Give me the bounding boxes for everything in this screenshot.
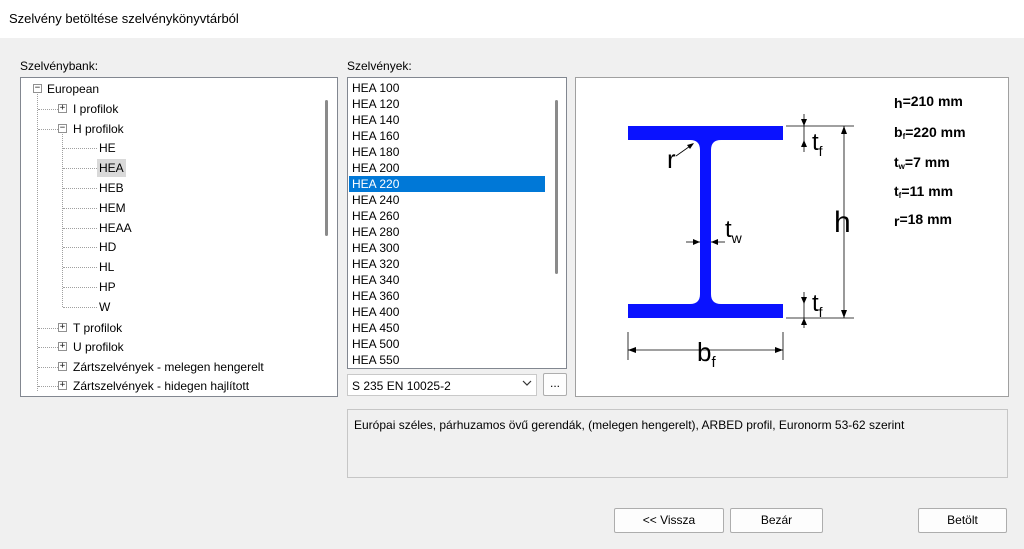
list-item[interactable]: HEA 280 — [349, 224, 545, 240]
web — [700, 140, 711, 304]
list-item[interactable]: HEA 120 — [349, 96, 545, 112]
h-label: h — [834, 206, 851, 239]
tree-item-h-profilok[interactable]: H profilok — [73, 120, 124, 138]
fillet-br — [711, 294, 721, 304]
tree-item-european[interactable]: European — [47, 80, 99, 98]
close-button[interactable]: Bezár — [730, 508, 823, 533]
bottom-flange — [628, 304, 783, 318]
tree-item-heb[interactable]: HEB — [99, 179, 124, 197]
collapse-icon[interactable]: − — [33, 84, 42, 93]
b-symbol: b — [697, 337, 711, 367]
f-subscript: f — [711, 354, 716, 371]
tree-item-t-profilok[interactable]: T profilok — [73, 319, 122, 337]
expand-icon[interactable]: + — [58, 323, 67, 332]
list-item[interactable]: HEA 260 — [349, 208, 545, 224]
list-item[interactable]: HEA 180 — [349, 144, 545, 160]
list-item[interactable]: HEA 360 — [349, 288, 545, 304]
r-label: r — [667, 144, 676, 174]
material-value: S 235 EN 10025-2 — [352, 379, 451, 393]
chevron-down-icon — [522, 380, 532, 386]
tree-item-heaa[interactable]: HEAA — [99, 219, 132, 237]
top-flange — [628, 126, 783, 140]
list-item[interactable]: HEA 450 — [349, 320, 545, 336]
list-item[interactable]: HEA 400 — [349, 304, 545, 320]
tree-item-w[interactable]: W — [99, 298, 110, 316]
dim-tw: tw=7 mm — [894, 154, 950, 171]
list-item[interactable]: HEA 240 — [349, 192, 545, 208]
profile-bank-tree[interactable]: − European + I profilok − H profilok HE … — [20, 77, 338, 397]
bank-label: Szelvénybank: — [20, 59, 99, 73]
tree-item-i-profilok[interactable]: I profilok — [73, 100, 118, 118]
tree-item-he[interactable]: HE — [99, 139, 116, 157]
list-item[interactable]: HEA 320 — [349, 256, 545, 272]
list-item[interactable]: HEA 200 — [349, 160, 545, 176]
list-scrollbar[interactable] — [555, 100, 558, 274]
back-button[interactable]: << Vissza — [614, 508, 724, 533]
collapse-icon[interactable]: − — [58, 124, 67, 133]
fillet-tr — [711, 140, 721, 150]
tf-bottom-label: tf — [812, 290, 823, 320]
f-subscript: f — [819, 143, 823, 159]
list-item[interactable]: HEA 340 — [349, 272, 545, 288]
tree-item-hl[interactable]: HL — [99, 258, 114, 276]
title-bar: Szelvény betöltése szelvénykönyvtárból — [0, 0, 1024, 38]
list-item[interactable]: HEA 100 — [349, 80, 545, 96]
list-item[interactable]: HEA 160 — [349, 128, 545, 144]
description-box: Európai széles, párhuzamos övű gerendák,… — [347, 409, 1008, 478]
section-diagram: r tf tf tw h bf h=210 mm bf=220 mm tw=7 … — [575, 77, 1009, 397]
list-item[interactable]: HEA 500 — [349, 336, 545, 352]
expand-icon[interactable]: + — [58, 381, 67, 390]
description-text: Európai széles, párhuzamos övű gerendák,… — [354, 418, 905, 432]
tw-label: tw — [725, 216, 743, 246]
fillet-bl — [690, 294, 700, 304]
profiles-list[interactable]: HEA 100 HEA 120 HEA 140 HEA 160 HEA 180 … — [347, 77, 567, 369]
list-item-selected[interactable]: HEA 220 — [349, 176, 545, 192]
tree-item-hd[interactable]: HD — [99, 238, 116, 256]
tree-item-zart-hideg[interactable]: Zártszelvények - hidegen hajlított — [73, 377, 249, 395]
tree-item-u-profilok[interactable]: U profilok — [73, 338, 124, 356]
profiles-label: Szelvények: — [347, 59, 412, 73]
expand-icon[interactable]: + — [58, 342, 67, 351]
list-item[interactable]: HEA 550 — [349, 352, 545, 368]
load-button[interactable]: Betölt — [918, 508, 1007, 533]
tree-item-zart-meleg[interactable]: Zártszelvények - melegen hengerelt — [73, 358, 264, 376]
expand-icon[interactable]: + — [58, 104, 67, 113]
list-item[interactable]: HEA 140 — [349, 112, 545, 128]
tree-item-hp[interactable]: HP — [99, 278, 116, 296]
bf-label: bf — [697, 337, 716, 371]
tree-item-hea[interactable]: HEA — [97, 159, 126, 177]
dim-r: r=18 mm — [894, 211, 952, 229]
tree-item-hem[interactable]: HEM — [99, 199, 126, 217]
material-select[interactable]: S 235 EN 10025-2 — [347, 374, 537, 396]
expand-icon[interactable]: + — [58, 362, 67, 371]
dim-h: h=210 mm — [894, 93, 963, 111]
dim-bf: bf=220 mm — [894, 124, 966, 141]
w-subscript: w — [731, 230, 743, 246]
dim-tf: tf=11 mm — [894, 183, 953, 200]
window-title: Szelvény betöltése szelvénykönyvtárból — [9, 11, 239, 26]
f-subscript: f — [819, 304, 823, 320]
more-button[interactable]: ... — [543, 373, 567, 396]
i-beam-diagram: r tf tf tw h bf h=210 mm bf=220 mm tw=7 … — [627, 93, 966, 371]
tf-top-label: tf — [812, 129, 823, 159]
list-item[interactable]: HEA 300 — [349, 240, 545, 256]
tree-scrollbar[interactable] — [325, 100, 328, 236]
